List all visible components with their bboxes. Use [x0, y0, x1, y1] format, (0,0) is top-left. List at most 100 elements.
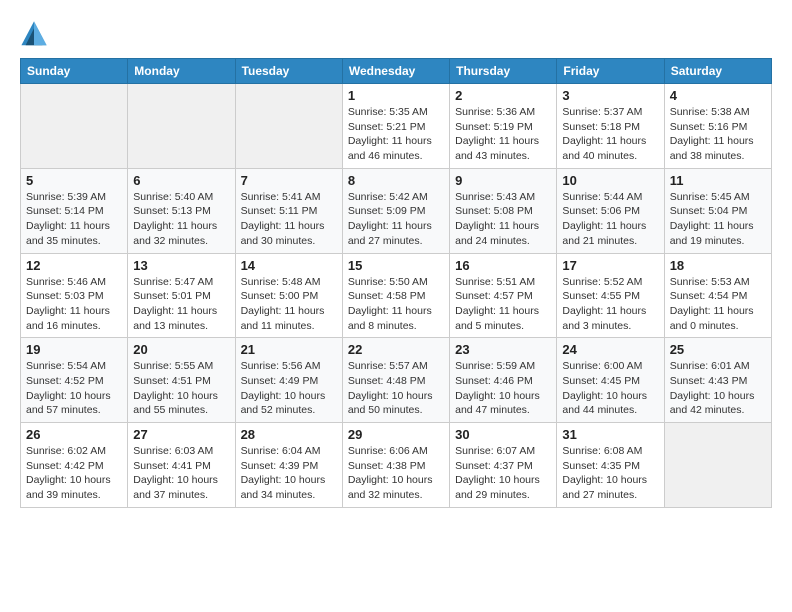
day-header-wednesday: Wednesday [342, 59, 449, 84]
calendar-cell [21, 84, 128, 169]
calendar-cell: 24 Sunrise: 6:00 AMSunset: 4:45 PMDayligh… [557, 338, 664, 423]
day-info: Sunrise: 5:52 AMSunset: 4:55 PMDaylight:… [562, 275, 658, 334]
day-number: 1 [348, 88, 444, 103]
day-number: 27 [133, 427, 229, 442]
day-number: 19 [26, 342, 122, 357]
day-number: 14 [241, 258, 337, 273]
day-info: Sunrise: 5:50 AMSunset: 4:58 PMDaylight:… [348, 275, 444, 334]
day-info: Sunrise: 5:42 AMSunset: 5:09 PMDaylight:… [348, 190, 444, 249]
day-number: 3 [562, 88, 658, 103]
calendar-cell: 3 Sunrise: 5:37 AMSunset: 5:18 PMDaylight… [557, 84, 664, 169]
week-row-1: 1 Sunrise: 5:35 AMSunset: 5:21 PMDaylight… [21, 84, 772, 169]
day-number: 29 [348, 427, 444, 442]
calendar-cell: 19Sunrise: 5:54 AMSunset: 4:52 PMDayligh… [21, 338, 128, 423]
calendar-cell: 6 Sunrise: 5:40 AMSunset: 5:13 PMDaylight… [128, 168, 235, 253]
calendar-cell: 9 Sunrise: 5:43 AMSunset: 5:08 PMDaylight… [450, 168, 557, 253]
day-number: 20 [133, 342, 229, 357]
calendar-cell [235, 84, 342, 169]
calendar-cell: 16 Sunrise: 5:51 AMSunset: 4:57 PMDayligh… [450, 253, 557, 338]
day-info: Sunrise: 5:38 AMSunset: 5:16 PMDaylight:… [670, 105, 766, 164]
day-number: 8 [348, 173, 444, 188]
day-info: Sunrise: 5:41 AMSunset: 5:11 PMDaylight:… [241, 190, 337, 249]
calendar-cell: 5 Sunrise: 5:39 AMSunset: 5:14 PMDaylight… [21, 168, 128, 253]
calendar-cell: 22 Sunrise: 5:57 AMSunset: 4:48 PMDayligh… [342, 338, 449, 423]
calendar-cell [664, 423, 771, 508]
day-number: 5 [26, 173, 122, 188]
day-header-monday: Monday [128, 59, 235, 84]
calendar-cell: 28 Sunrise: 6:04 AMSunset: 4:39 PMDayligh… [235, 423, 342, 508]
day-number: 9 [455, 173, 551, 188]
calendar-cell: 15 Sunrise: 5:50 AMSunset: 4:58 PMDayligh… [342, 253, 449, 338]
day-number: 7 [241, 173, 337, 188]
day-number: 11 [670, 173, 766, 188]
calendar-cell: 14Sunrise: 5:48 AMSunset: 5:00 PMDayligh… [235, 253, 342, 338]
day-info: Sunrise: 5:35 AMSunset: 5:21 PMDaylight:… [348, 105, 444, 164]
day-info: Sunrise: 5:51 AMSunset: 4:57 PMDaylight:… [455, 275, 551, 334]
calendar-cell: 4 Sunrise: 5:38 AMSunset: 5:16 PMDaylight… [664, 84, 771, 169]
day-number: 16 [455, 258, 551, 273]
page-header [20, 20, 772, 48]
logo [20, 20, 52, 48]
calendar-cell: 12Sunrise: 5:46 AMSunset: 5:03 PMDayligh… [21, 253, 128, 338]
day-number: 24 [562, 342, 658, 357]
day-info: Sunrise: 5:59 AMSunset: 4:46 PMDaylight:… [455, 359, 551, 418]
day-info: Sunrise: 5:43 AMSunset: 5:08 PMDaylight:… [455, 190, 551, 249]
logo-icon [20, 20, 48, 48]
calendar-cell: 2 Sunrise: 5:36 AMSunset: 5:19 PMDaylight… [450, 84, 557, 169]
day-info: Sunrise: 5:56 AMSunset: 4:49 PMDaylight:… [241, 359, 337, 418]
day-number: 18 [670, 258, 766, 273]
day-number: 26 [26, 427, 122, 442]
calendar-cell: 7 Sunrise: 5:41 AMSunset: 5:11 PMDaylight… [235, 168, 342, 253]
day-info: Sunrise: 5:45 AMSunset: 5:04 PMDaylight:… [670, 190, 766, 249]
calendar-cell: 8 Sunrise: 5:42 AMSunset: 5:09 PMDaylight… [342, 168, 449, 253]
day-number: 23 [455, 342, 551, 357]
calendar-cell: 13 Sunrise: 5:47 AMSunset: 5:01 PMDayligh… [128, 253, 235, 338]
day-info: Sunrise: 6:06 AMSunset: 4:38 PMDaylight:… [348, 444, 444, 503]
calendar-cell: 17Sunrise: 5:52 AMSunset: 4:55 PMDayligh… [557, 253, 664, 338]
calendar-cell: 25Sunrise: 6:01 AMSunset: 4:43 PMDayligh… [664, 338, 771, 423]
day-number: 28 [241, 427, 337, 442]
calendar-cell [128, 84, 235, 169]
week-row-5: 26 Sunrise: 6:02 AMSunset: 4:42 PMDayligh… [21, 423, 772, 508]
day-number: 22 [348, 342, 444, 357]
day-number: 25 [670, 342, 766, 357]
day-header-friday: Friday [557, 59, 664, 84]
day-info: Sunrise: 5:47 AMSunset: 5:01 PMDaylight:… [133, 275, 229, 334]
calendar-cell: 1 Sunrise: 5:35 AMSunset: 5:21 PMDaylight… [342, 84, 449, 169]
calendar-cell: 20 Sunrise: 5:55 AMSunset: 4:51 PMDayligh… [128, 338, 235, 423]
day-number: 6 [133, 173, 229, 188]
day-header-thursday: Thursday [450, 59, 557, 84]
day-info: Sunrise: 5:40 AMSunset: 5:13 PMDaylight:… [133, 190, 229, 249]
calendar-cell: 26 Sunrise: 6:02 AMSunset: 4:42 PMDayligh… [21, 423, 128, 508]
calendar-cell: 27 Sunrise: 6:03 AMSunset: 4:41 PMDayligh… [128, 423, 235, 508]
days-header-row: SundayMondayTuesdayWednesdayThursdayFrid… [21, 59, 772, 84]
day-info: Sunrise: 5:39 AMSunset: 5:14 PMDaylight:… [26, 190, 122, 249]
day-info: Sunrise: 5:55 AMSunset: 4:51 PMDaylight:… [133, 359, 229, 418]
day-info: Sunrise: 5:46 AMSunset: 5:03 PMDaylight:… [26, 275, 122, 334]
day-info: Sunrise: 5:53 AMSunset: 4:54 PMDaylight:… [670, 275, 766, 334]
day-header-saturday: Saturday [664, 59, 771, 84]
week-row-2: 5 Sunrise: 5:39 AMSunset: 5:14 PMDaylight… [21, 168, 772, 253]
day-number: 13 [133, 258, 229, 273]
day-info: Sunrise: 5:36 AMSunset: 5:19 PMDaylight:… [455, 105, 551, 164]
calendar-table: SundayMondayTuesdayWednesdayThursdayFrid… [20, 58, 772, 508]
day-info: Sunrise: 6:03 AMSunset: 4:41 PMDaylight:… [133, 444, 229, 503]
day-info: Sunrise: 6:02 AMSunset: 4:42 PMDaylight:… [26, 444, 122, 503]
day-info: Sunrise: 5:37 AMSunset: 5:18 PMDaylight:… [562, 105, 658, 164]
calendar-cell: 10 Sunrise: 5:44 AMSunset: 5:06 PMDayligh… [557, 168, 664, 253]
calendar-cell: 23 Sunrise: 5:59 AMSunset: 4:46 PMDayligh… [450, 338, 557, 423]
day-info: Sunrise: 6:00 AMSunset: 4:45 PMDaylight:… [562, 359, 658, 418]
day-info: Sunrise: 5:44 AMSunset: 5:06 PMDaylight:… [562, 190, 658, 249]
day-info: Sunrise: 6:04 AMSunset: 4:39 PMDaylight:… [241, 444, 337, 503]
calendar-cell: 30Sunrise: 6:07 AMSunset: 4:37 PMDayligh… [450, 423, 557, 508]
day-number: 10 [562, 173, 658, 188]
day-info: Sunrise: 5:57 AMSunset: 4:48 PMDaylight:… [348, 359, 444, 418]
day-number: 2 [455, 88, 551, 103]
calendar-cell: 31Sunrise: 6:08 AMSunset: 4:35 PMDayligh… [557, 423, 664, 508]
day-number: 30 [455, 427, 551, 442]
day-number: 4 [670, 88, 766, 103]
week-row-4: 19Sunrise: 5:54 AMSunset: 4:52 PMDayligh… [21, 338, 772, 423]
day-header-tuesday: Tuesday [235, 59, 342, 84]
day-number: 15 [348, 258, 444, 273]
calendar-cell: 11 Sunrise: 5:45 AMSunset: 5:04 PMDayligh… [664, 168, 771, 253]
